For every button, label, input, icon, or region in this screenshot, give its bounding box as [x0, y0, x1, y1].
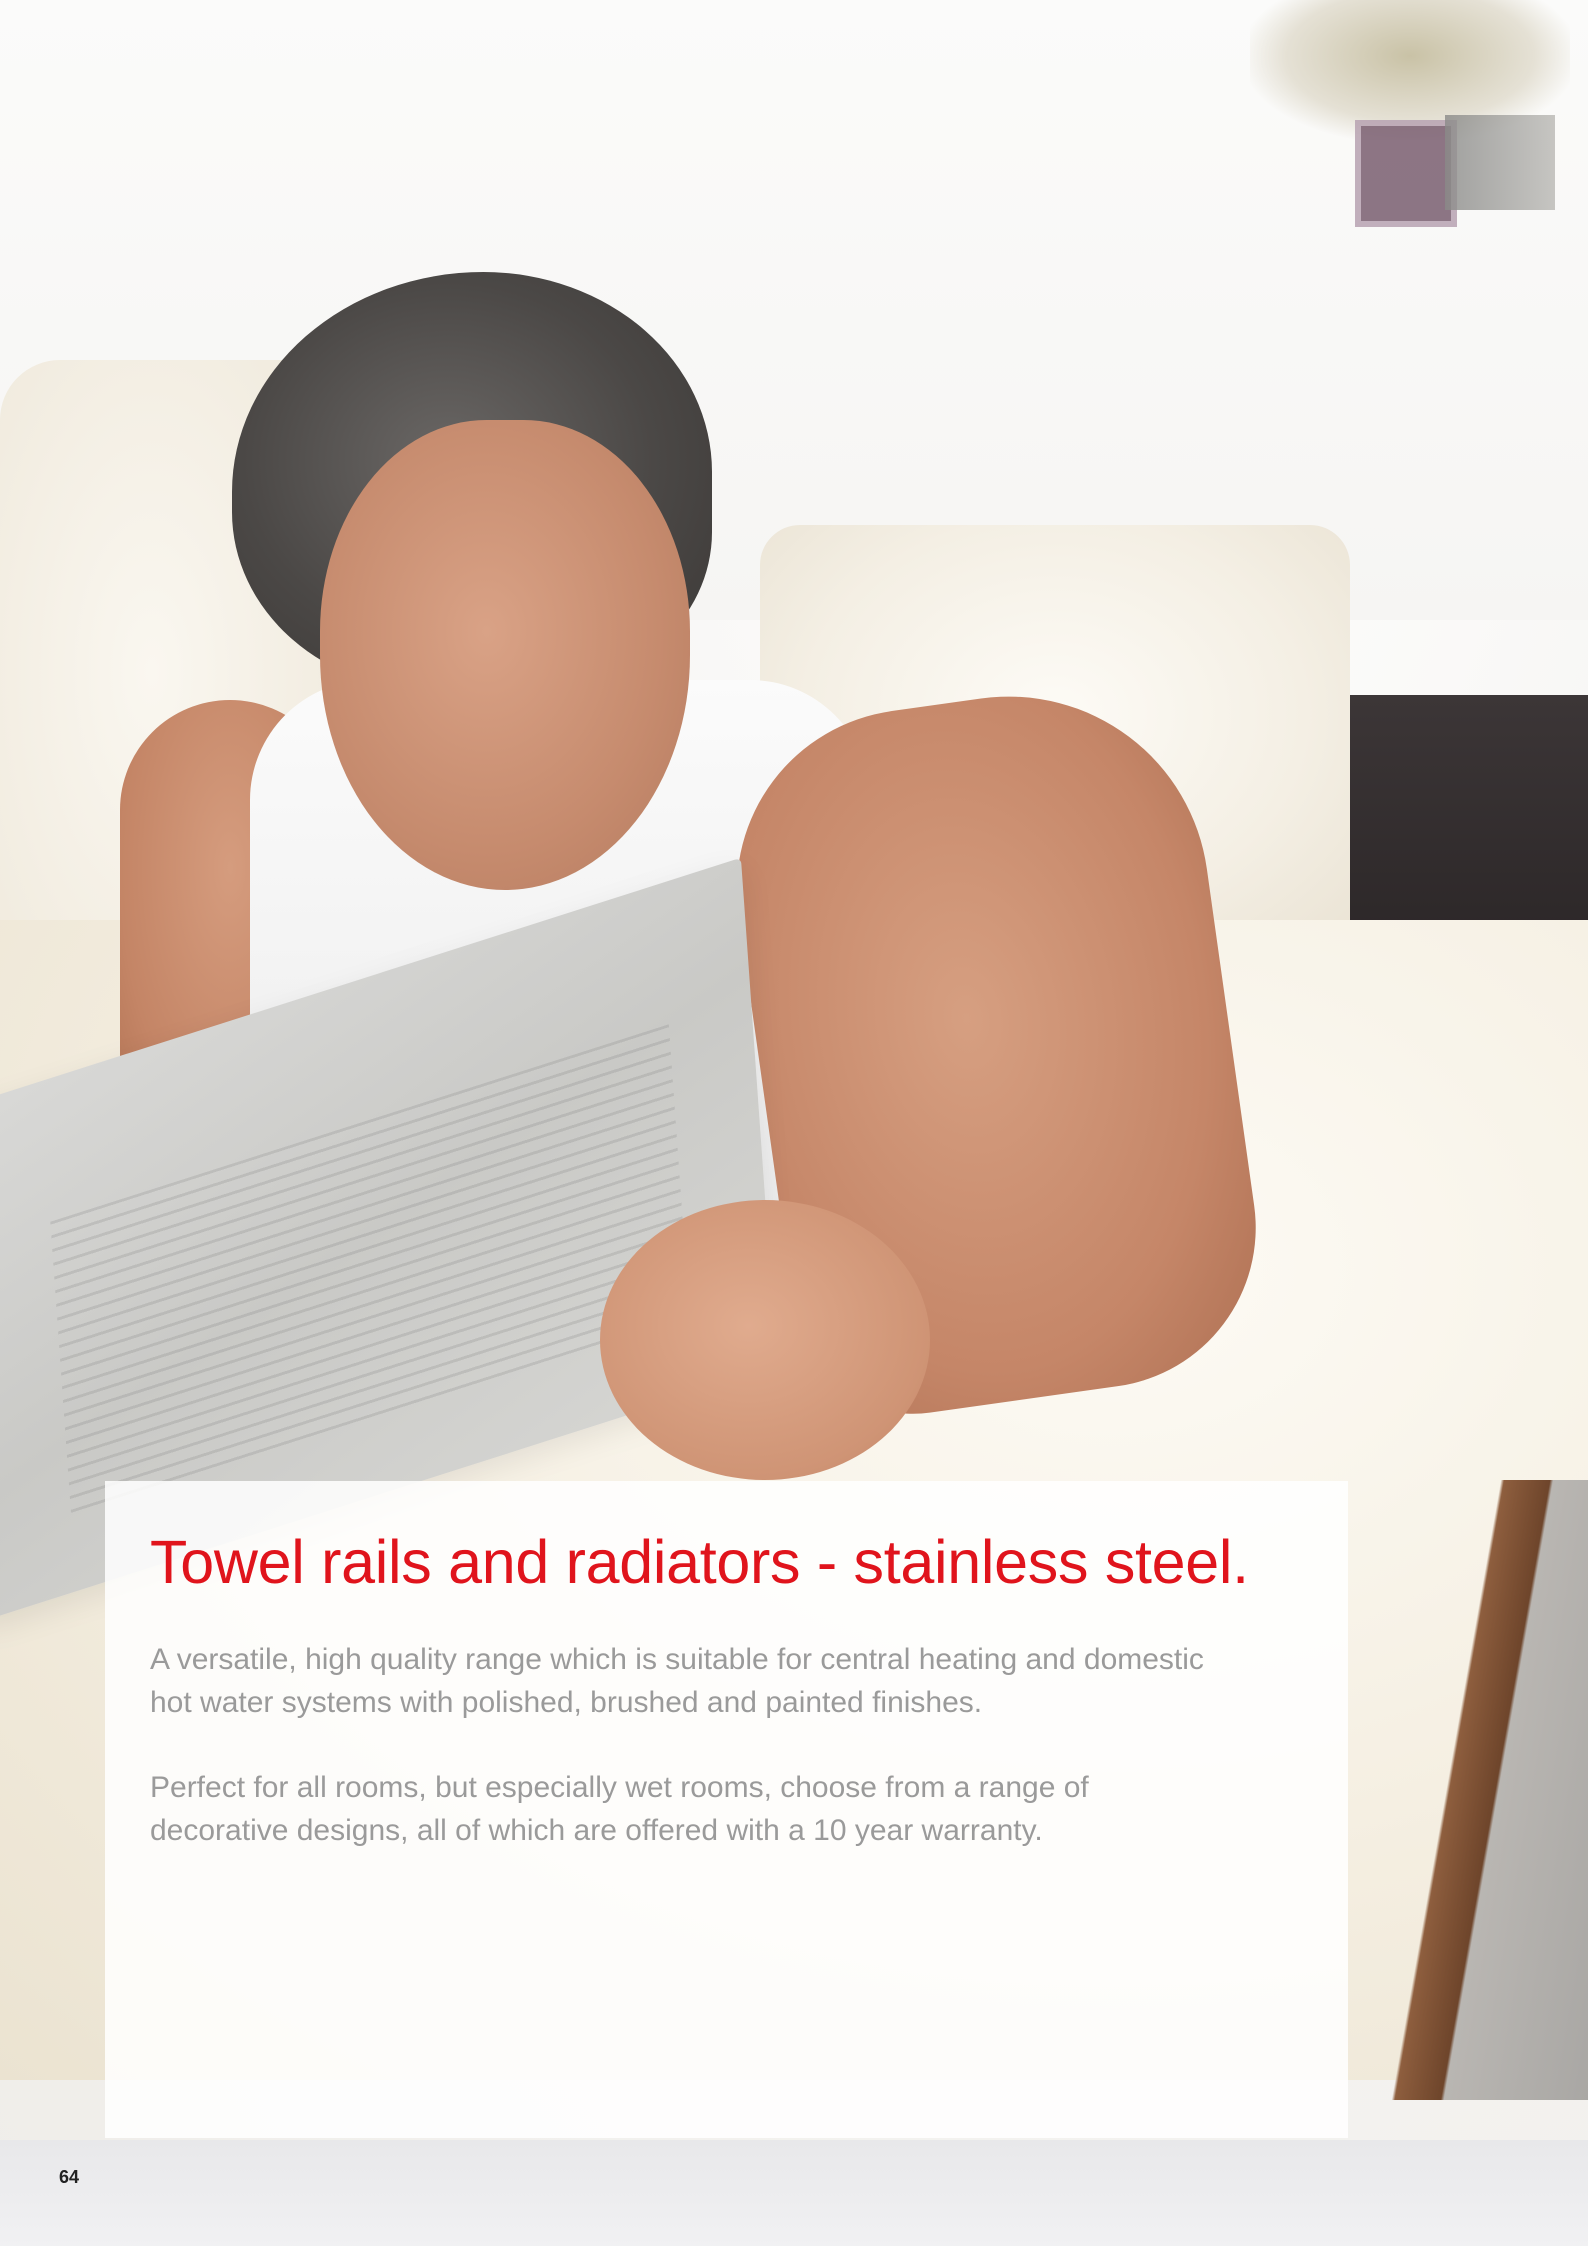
intro-paragraph: A versatile, high quality range which is…: [150, 1638, 1300, 1724]
page-headline: Towel rails and radiators - stainless st…: [150, 1528, 1249, 1596]
photo-floor: [0, 2140, 1588, 2246]
warranty-paragraph: Perfect for all rooms, but especially we…: [150, 1766, 1300, 1852]
photo-picture-frame: [1355, 120, 1457, 227]
warranty-paragraph-line: decorative designs, all of which are off…: [150, 1814, 1043, 1847]
photo-shelf-box: [1445, 115, 1555, 210]
photo-headboard: [1335, 695, 1588, 945]
warranty-paragraph-line: Perfect for all rooms, but especially we…: [150, 1771, 1089, 1804]
intro-paragraph-line: A versatile, high quality range which is…: [150, 1643, 1204, 1676]
intro-paragraph-line: hot water systems with polished, brushed…: [150, 1686, 983, 1719]
photo-person-hand: [600, 1200, 930, 1480]
photo-bed-frame: [1370, 1480, 1588, 2100]
page-number: 64: [59, 2167, 80, 2187]
brochure-page: Towel rails and radiators - stainless st…: [0, 0, 1588, 2246]
photo-person-face: [320, 420, 690, 890]
